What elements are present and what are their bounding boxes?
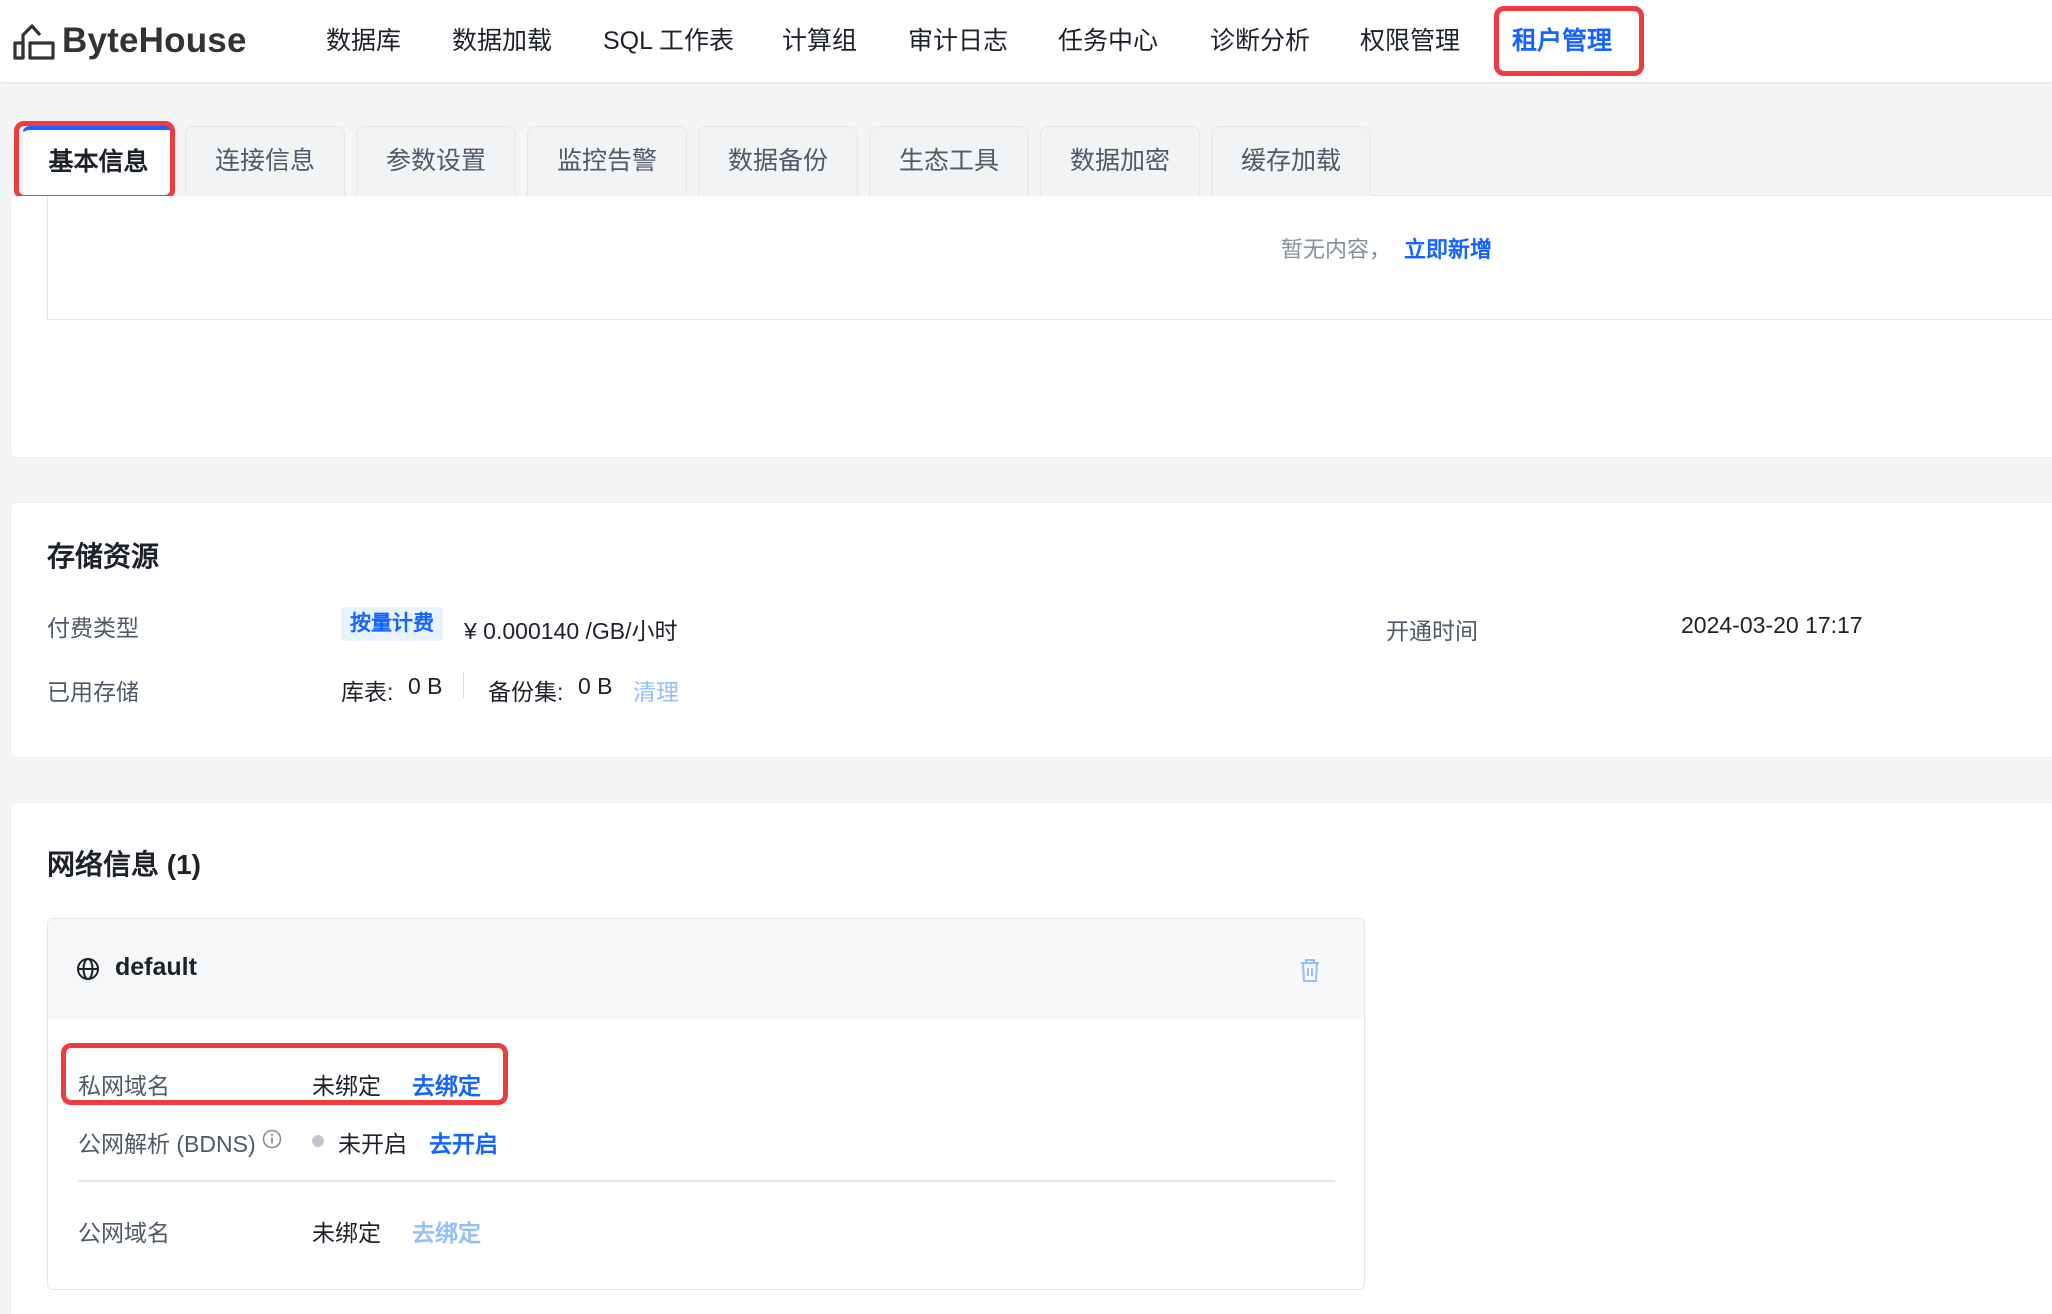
private-domain-status: 未绑定 bbox=[312, 1073, 381, 1099]
empty-state-text: 暂无内容， bbox=[1281, 237, 1392, 262]
empty-state-box bbox=[47, 196, 2052, 320]
storage-title: 存储资源 bbox=[47, 541, 160, 572]
nav-item-permissions[interactable]: 权限管理 bbox=[1360, 20, 1460, 62]
public-domain-status: 未绑定 bbox=[312, 1220, 381, 1246]
network-card-divider bbox=[78, 1180, 1335, 1182]
open-time-value: 2024-03-20 17:17 bbox=[1681, 612, 1863, 638]
brand-name: ByteHouse bbox=[62, 21, 247, 60]
network-title: 网络信息 (1) bbox=[47, 849, 202, 880]
bytehouse-logo-icon bbox=[13, 24, 55, 60]
nav-item-task-center[interactable]: 任务中心 bbox=[1058, 20, 1158, 62]
bdns-label: 公网解析 (BDNS) bbox=[78, 1131, 256, 1157]
brand-logo[interactable]: ByteHouse bbox=[12, 18, 247, 64]
bdns-status-dot bbox=[312, 1135, 324, 1147]
bdns-status: 未开启 bbox=[338, 1131, 407, 1157]
nav-item-diagnostics[interactable]: 诊断分析 bbox=[1210, 20, 1310, 62]
nav-item-tenant-management[interactable]: 租户管理 bbox=[1512, 20, 1612, 62]
public-domain-label: 公网域名 bbox=[78, 1220, 170, 1246]
nav-item-database[interactable]: 数据库 bbox=[326, 20, 401, 62]
nav-item-audit-log[interactable]: 审计日志 bbox=[908, 20, 1008, 62]
nav-item-sql-worksheet[interactable]: SQL 工作表 bbox=[603, 20, 734, 62]
network-card-header bbox=[48, 919, 1364, 1019]
network-name: default bbox=[115, 953, 197, 981]
info-icon[interactable] bbox=[262, 1129, 282, 1149]
backup-value: 0 B bbox=[578, 673, 613, 699]
network-card: default 私网域名 未绑定 去绑定 公网解析 (BDNS) 未开启 去开启… bbox=[47, 918, 1365, 1290]
add-now-link[interactable]: 立即新增 bbox=[1404, 232, 1492, 264]
tab-basic-info[interactable]: 基本信息 bbox=[22, 126, 175, 196]
nav-item-data-load[interactable]: 数据加载 bbox=[452, 20, 552, 62]
used-storage-label: 已用存储 bbox=[47, 679, 139, 705]
bind-public-domain-link[interactable]: 去绑定 bbox=[412, 1214, 481, 1248]
tab-ecosystem-tools[interactable]: 生态工具 bbox=[869, 126, 1029, 196]
globe-icon bbox=[77, 958, 99, 980]
private-domain-label: 私网域名 bbox=[78, 1073, 170, 1099]
bind-private-domain-link[interactable]: 去绑定 bbox=[412, 1067, 481, 1101]
tab-parameter-settings[interactable]: 参数设置 bbox=[356, 126, 516, 196]
storage-divider bbox=[463, 672, 464, 698]
tab-connection-info[interactable]: 连接信息 bbox=[185, 126, 345, 196]
clean-storage-link[interactable]: 清理 bbox=[633, 673, 679, 707]
tab-monitoring-alerts[interactable]: 监控告警 bbox=[527, 126, 687, 196]
top-navbar: ByteHouse 数据库 数据加载 SQL 工作表 计算组 审计日志 任务中心… bbox=[0, 0, 2052, 83]
tables-label: 库表: bbox=[341, 679, 394, 705]
backup-label: 备份集: bbox=[488, 679, 564, 705]
tables-value: 0 B bbox=[408, 673, 443, 699]
tab-data-backup[interactable]: 数据备份 bbox=[698, 126, 858, 196]
tab-cache-load[interactable]: 缓存加载 bbox=[1211, 126, 1371, 196]
enable-bdns-link[interactable]: 去开启 bbox=[429, 1125, 498, 1159]
billing-type-badge: 按量计费 bbox=[341, 607, 443, 641]
open-time-label: 开通时间 bbox=[1386, 618, 1478, 644]
delete-icon[interactable] bbox=[1298, 957, 1322, 983]
tab-data-encryption[interactable]: 数据加密 bbox=[1040, 126, 1200, 196]
storage-price: ¥ 0.000140 /GB/小时 bbox=[464, 618, 678, 644]
nav-item-compute-group[interactable]: 计算组 bbox=[782, 20, 857, 62]
billing-type-label: 付费类型 bbox=[47, 615, 139, 641]
